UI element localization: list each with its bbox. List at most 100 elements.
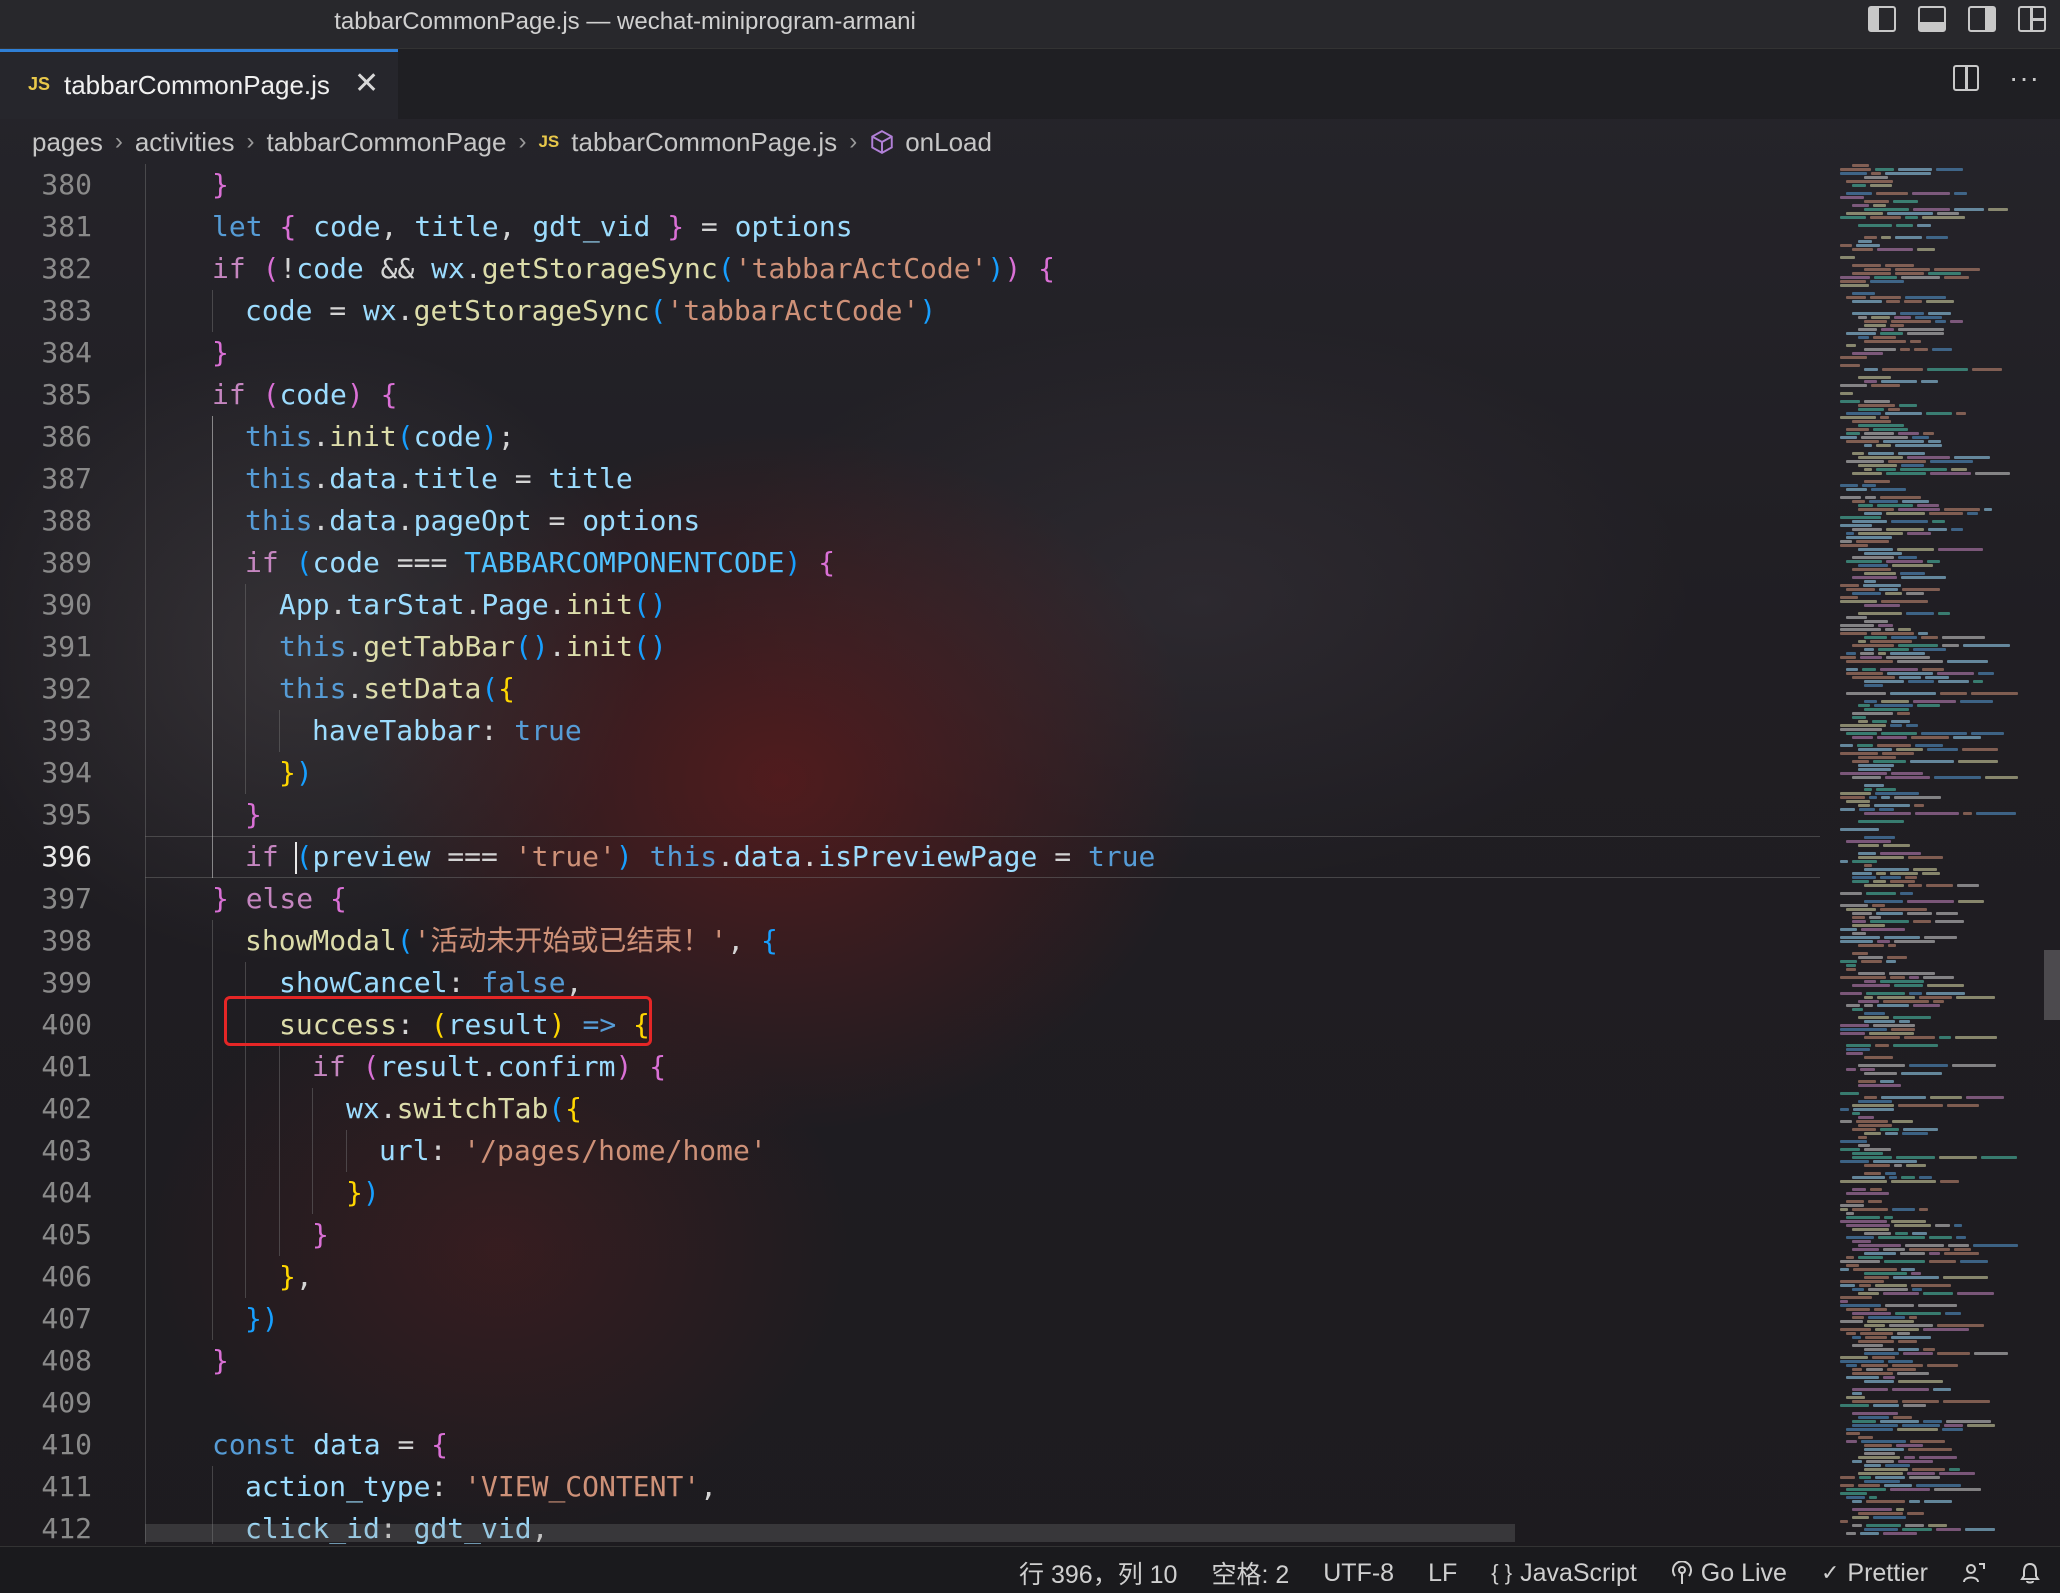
code-line: 386 this.init(code);: [0, 416, 1830, 458]
minimap-line: [1889, 972, 1935, 975]
horizontal-scrollbar[interactable]: [145, 1524, 1515, 1542]
minimap-line: [1896, 224, 1913, 227]
code-line: 411 action_type: 'VIEW_CONTENT',: [0, 1466, 1830, 1508]
line-number: 405: [41, 1218, 92, 1251]
vertical-scrollbar[interactable]: [2040, 164, 2060, 1544]
minimap-line: [1913, 1004, 1940, 1007]
minimap-line: [1919, 996, 1952, 999]
minimap-line: [1864, 580, 1876, 583]
customize-layout-icon[interactable]: [2018, 6, 2046, 32]
accounts-feedback-icon[interactable]: [1962, 1561, 1986, 1585]
indent-guide: [245, 668, 246, 710]
minimap-line: [1852, 1156, 1892, 1159]
minimap-line: [1884, 936, 1920, 939]
indentation[interactable]: 空格: 2: [1211, 1555, 1289, 1591]
minimap-line: [1864, 176, 1888, 179]
notifications-bell-icon[interactable]: [2020, 1562, 2040, 1584]
minimap-line: [1840, 752, 1878, 755]
minimap-line: [1864, 1352, 1899, 1355]
breadcrumb-item-file[interactable]: tabbarCommonPage.js: [571, 127, 837, 158]
prettier-button[interactable]: ✓ Prettier: [1821, 1559, 1928, 1588]
minimap-line: [1883, 440, 1924, 443]
split-editor-icon[interactable]: [1953, 65, 1980, 91]
minimap-line: [1879, 808, 1894, 811]
minimap-line: [1940, 1180, 1959, 1183]
minimap-line: [1893, 1416, 1912, 1419]
go-live-button[interactable]: Go Live: [1671, 1559, 1787, 1588]
code-text: }): [245, 1302, 279, 1335]
minimap-line: [1840, 1140, 1867, 1143]
file-encoding[interactable]: UTF-8: [1323, 1559, 1394, 1588]
minimap-line: [1840, 1360, 1884, 1363]
close-icon[interactable]: ✕: [354, 66, 379, 101]
code-line: 404 }): [0, 1172, 1830, 1214]
tab-tabbarcommonpage-js[interactable]: JS tabbarCommonPage.js ✕: [0, 49, 398, 119]
more-actions-icon[interactable]: ···: [2009, 64, 2040, 92]
minimap-line: [1904, 300, 1922, 303]
minimap-line: [1898, 644, 1938, 647]
breadcrumb-item-onload[interactable]: onLoad: [905, 127, 992, 158]
minimap-line: [1930, 460, 1973, 463]
language-mode[interactable]: { } JavaScript: [1491, 1559, 1637, 1588]
editor-actions: ···: [1953, 64, 2040, 92]
minimap-line: [1864, 868, 1909, 871]
minimap-line: [1846, 428, 1869, 431]
minimap-line: [1881, 380, 1917, 383]
minimap-line: [1960, 1260, 1988, 1263]
minimap[interactable]: [1830, 164, 2030, 1544]
minimap-line: [1859, 808, 1875, 811]
minimap-line: [1864, 268, 1891, 271]
minimap-line: [1840, 400, 1860, 403]
minimap-line: [1840, 940, 1873, 943]
indent-guide: [145, 332, 146, 374]
line-number: 397: [41, 882, 92, 915]
minimap-line: [1937, 1352, 1970, 1355]
indent-guide: [145, 626, 146, 668]
minimap-line: [1929, 1252, 1940, 1255]
breadcrumb-item-tabbarcommonpage[interactable]: tabbarCommonPage: [267, 127, 507, 158]
code-line: 393 haveTabbar: true: [0, 710, 1830, 752]
minimap-line: [1985, 776, 2018, 779]
minimap-line: [1880, 1128, 1899, 1131]
minimap-line: [1917, 504, 1939, 507]
minimap-line: [1840, 244, 1852, 247]
code-editor[interactable]: 380 } 381 let { code, title, gdt_vid } =…: [0, 164, 1830, 1544]
indent-guide: [245, 626, 246, 668]
minimap-line: [1900, 1252, 1925, 1255]
minimap-line: [1909, 1316, 1917, 1319]
minimap-line: [1861, 960, 1882, 963]
minimap-line: [1864, 236, 1877, 239]
code-text: }: [212, 336, 229, 369]
indent-guide: [279, 1088, 280, 1130]
toggle-secondary-sidebar-icon[interactable]: [1968, 6, 1996, 32]
indent-guide: [145, 1172, 146, 1214]
minimap-line: [1974, 1352, 2008, 1355]
minimap-line: [1955, 1036, 1997, 1039]
end-of-line[interactable]: LF: [1428, 1559, 1457, 1588]
minimap-line: [1886, 300, 1900, 303]
toggle-primary-sidebar-icon[interactable]: [1868, 6, 1896, 32]
minimap-line: [1880, 852, 1921, 855]
breadcrumb-item-pages[interactable]: pages: [32, 127, 103, 158]
minimap-line: [1894, 796, 1941, 799]
minimap-line: [1856, 540, 1889, 543]
indent-guide: [212, 542, 213, 584]
scrollbar-thumb[interactable]: [2044, 950, 2060, 1020]
breadcrumb-item-activities[interactable]: activities: [135, 127, 235, 158]
minimap-line: [1904, 1036, 1935, 1039]
minimap-line: [1858, 1084, 1901, 1087]
code-text: wx.switchTab({: [346, 1092, 583, 1125]
minimap-line: [1864, 980, 1876, 983]
minimap-line: [1973, 680, 1983, 683]
toggle-panel-icon[interactable]: [1918, 6, 1946, 32]
minimap-line: [1860, 656, 1882, 659]
minimap-line: [1905, 1244, 1944, 1247]
cursor-position[interactable]: 行 396，列 10: [1019, 1555, 1177, 1591]
minimap-line: [1852, 676, 1895, 679]
minimap-line: [1876, 444, 1891, 447]
minimap-line: [1858, 564, 1888, 567]
minimap-line: [1894, 316, 1911, 319]
minimap-line: [1938, 612, 1950, 615]
minimap-line: [1900, 312, 1924, 315]
minimap-line: [1886, 656, 1930, 659]
